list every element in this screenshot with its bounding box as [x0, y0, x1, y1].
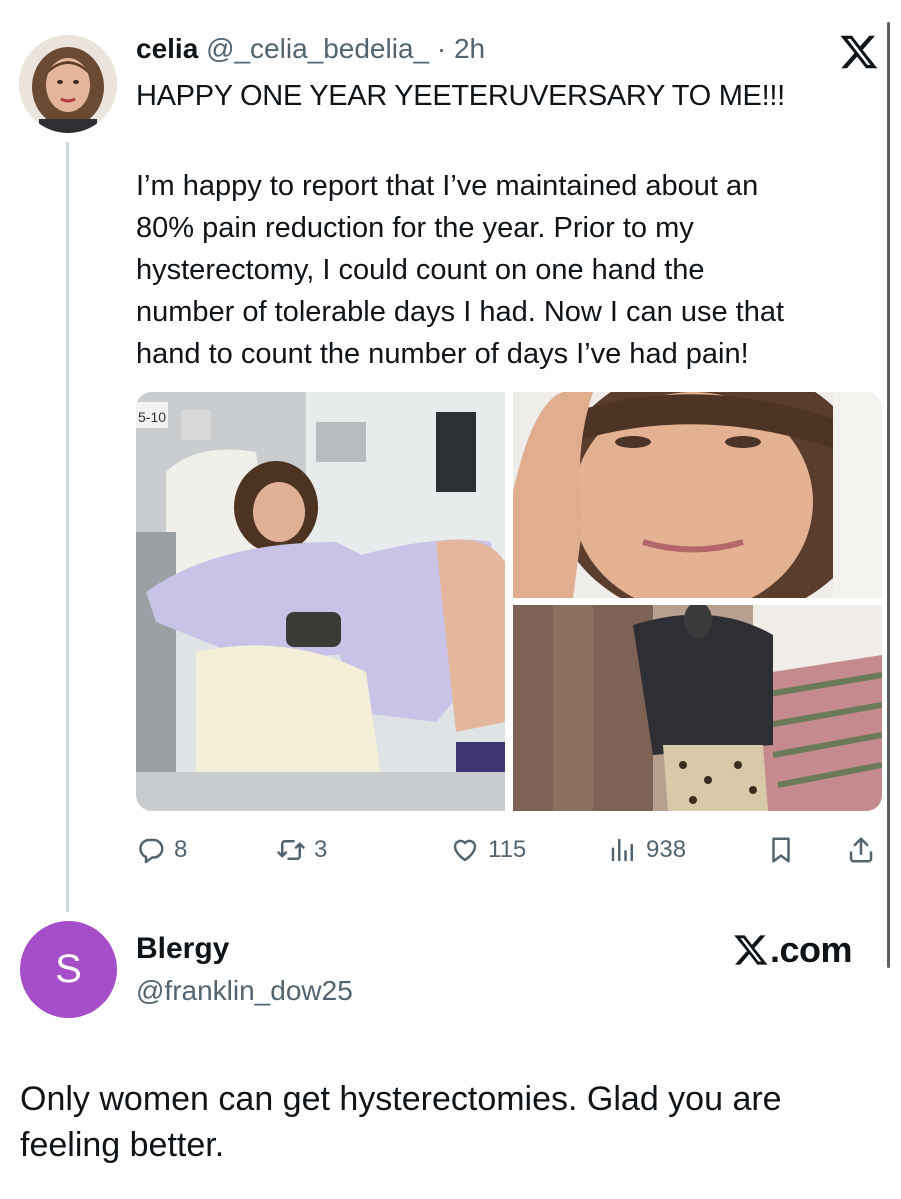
author-name[interactable]: celia	[136, 33, 198, 64]
reply-text: Only women can get hysterectomies. Glad …	[20, 1076, 880, 1168]
tweet-title-line: HAPPY ONE YEAR YEETERUVERSARY TO ME!!!	[136, 80, 785, 112]
retweet-button[interactable]: 3	[276, 828, 327, 872]
views-icon	[611, 838, 633, 862]
hospital-sign-text: 5-10	[138, 409, 166, 425]
media-photo-hospital[interactable]: 5-10	[136, 392, 505, 811]
author-avatar[interactable]	[19, 35, 117, 133]
x-logo-icon	[734, 935, 768, 965]
bookmark-icon	[772, 837, 790, 863]
reply-text-line: feeling better.	[20, 1126, 225, 1164]
tweet-body-line: hysterectomy, I could count on one hand …	[136, 254, 705, 286]
media-photo-selfie[interactable]	[513, 392, 882, 598]
tweet-action-bar: 8 3 115 938	[136, 828, 882, 872]
tweet-body-line: number of tolerable days I had. Now I ca…	[136, 296, 785, 328]
retweet-icon	[277, 840, 305, 860]
xcom-watermark: .com	[733, 929, 853, 970]
tweet-body-line: 80% pain reduction for the year. Prior t…	[136, 212, 694, 244]
reply-text-line: Only women can get hysterectomies. Glad …	[20, 1080, 782, 1118]
tweet-header: celia @_celia_bedelia_ · 2h	[136, 33, 485, 65]
author-handle[interactable]: @_celia_bedelia_	[206, 33, 429, 64]
like-count: 115	[488, 836, 527, 863]
bookmark-button[interactable]	[766, 828, 804, 872]
tweet-timestamp[interactable]: 2h	[454, 33, 485, 64]
x-logo-icon	[838, 32, 880, 72]
reply-icon	[139, 838, 164, 864]
tweet-media-grid: 5-10	[136, 392, 882, 811]
views-count: 938	[646, 836, 687, 863]
tweet-body: I’m happy to report that I’ve maintained…	[136, 165, 886, 375]
reply-author-avatar[interactable]: S	[20, 921, 117, 1018]
reply-avatar-letter: S	[55, 947, 82, 991]
thread-connector-line	[66, 142, 69, 912]
author-avatar-image	[19, 35, 117, 133]
tweet-body-line: I’m happy to report that I’ve maintained…	[136, 170, 759, 202]
reply-count: 8	[174, 836, 188, 863]
xcom-domain-text: .com	[770, 929, 853, 970]
reply-button[interactable]: 8	[136, 828, 187, 872]
share-icon	[849, 837, 873, 863]
reply-author-name[interactable]: Blergy	[136, 932, 229, 966]
like-button[interactable]: 115	[450, 828, 526, 872]
like-icon	[453, 839, 477, 862]
views-button[interactable]: 938	[608, 828, 686, 872]
reply-author-handle[interactable]: @franklin_dow25	[136, 975, 353, 1007]
retweet-count: 3	[314, 836, 328, 863]
tweet-body-line: hand to count the number of days I’ve ha…	[136, 338, 749, 370]
header-separator: ·	[436, 33, 447, 64]
share-button[interactable]	[846, 828, 884, 872]
scroll-edge-rule	[887, 22, 890, 968]
media-photo-mirror[interactable]	[513, 605, 882, 811]
